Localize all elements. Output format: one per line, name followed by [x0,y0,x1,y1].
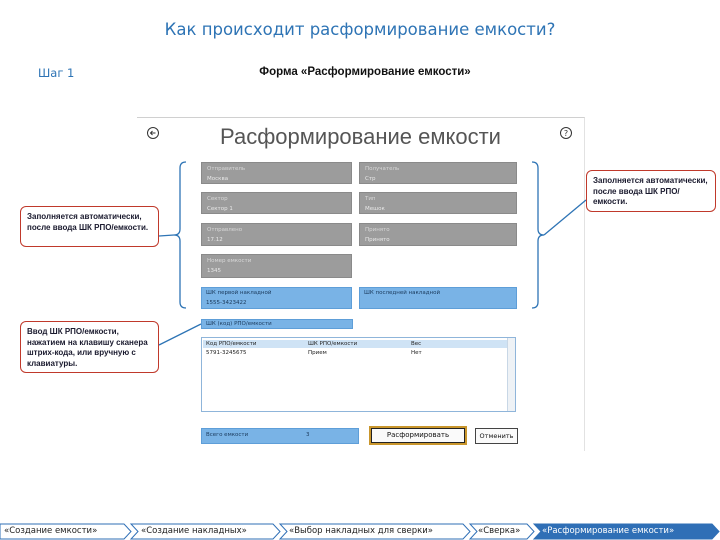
scan-connector [158,323,202,346]
breadcrumb-item[interactable]: «Выбор накладных для сверки» [289,525,433,538]
left-bracket [173,161,187,309]
breadcrumb-item[interactable]: «Сверка» [478,525,520,538]
right-bracket [531,161,545,309]
right-connector [543,199,587,236]
breadcrumb-item-active[interactable]: «Расформирование емкости» [542,525,674,538]
breadcrumb-item[interactable]: «Создание накладных» [141,525,247,538]
annotation-lines [158,161,587,346]
left-connector [158,234,175,237]
callout-scan-input: Ввод ШК РПО/емкости, нажатием на клавишу… [20,321,159,373]
callout-auto-fill-left: Заполняется автоматически, после ввода Ш… [20,206,159,247]
callout-auto-fill-right: Заполняется автоматически, после ввода Ш… [586,170,716,212]
breadcrumb-item[interactable]: «Создание емкости» [4,525,97,538]
